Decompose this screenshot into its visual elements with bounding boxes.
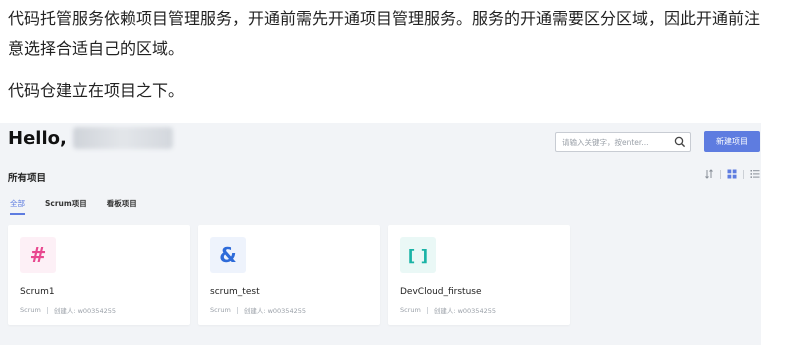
tab-scrum[interactable]: Scrum项目 bbox=[45, 198, 87, 215]
meta-divider bbox=[46, 306, 48, 314]
project-meta: Scrum 创建人: w00354255 bbox=[210, 305, 306, 315]
project-creator: 创建人: w00354255 bbox=[243, 307, 306, 315]
blurred-username bbox=[72, 127, 173, 149]
hash-icon: # bbox=[20, 237, 56, 273]
project-type: Scrum bbox=[400, 306, 421, 314]
tab-all[interactable]: 全部 bbox=[10, 198, 25, 215]
project-meta: Scrum 创建人: w00354255 bbox=[20, 305, 116, 315]
tab-kanban[interactable]: 看板项目 bbox=[107, 198, 137, 215]
project-card[interactable]: [ ] DevCloud_firstuse Scrum 创建人: w003542… bbox=[388, 225, 570, 325]
meta-divider bbox=[426, 306, 428, 314]
grid-view-icon[interactable] bbox=[726, 168, 738, 180]
greeting: Hello, bbox=[8, 127, 173, 149]
bracket-icon: [ ] bbox=[400, 237, 436, 273]
project-card[interactable]: & scrum_test Scrum 创建人: w00354255 bbox=[198, 225, 380, 325]
search-icon[interactable] bbox=[674, 136, 686, 148]
new-project-button[interactable]: 新建项目 bbox=[704, 131, 760, 152]
project-name[interactable]: Scrum1 bbox=[20, 287, 55, 297]
project-name[interactable]: scrum_test bbox=[210, 287, 260, 297]
project-creator: 创建人: w00354255 bbox=[433, 307, 496, 315]
project-dashboard: Hello, 新建项目 所有项目 bbox=[0, 123, 761, 345]
search-input[interactable] bbox=[556, 133, 668, 151]
meta-divider bbox=[236, 306, 238, 314]
project-type: Scrum bbox=[20, 306, 41, 314]
project-creator: 创建人: w00354255 bbox=[53, 307, 116, 315]
project-type: Scrum bbox=[210, 306, 231, 314]
project-meta: Scrum 创建人: w00354255 bbox=[400, 305, 496, 315]
ampersand-icon: & bbox=[210, 237, 246, 273]
project-tabs: 全部 Scrum项目 看板项目 bbox=[10, 198, 157, 215]
sort-icon[interactable] bbox=[703, 168, 715, 180]
all-projects-title: 所有项目 bbox=[8, 173, 47, 184]
project-card[interactable]: # Scrum1 Scrum 创建人: w00354255 bbox=[8, 225, 190, 325]
tool-divider bbox=[743, 169, 744, 179]
list-view-icon[interactable] bbox=[749, 168, 761, 180]
tool-divider bbox=[720, 169, 721, 179]
view-tools bbox=[703, 168, 761, 180]
intro-paragraph: 代码托管服务依赖项目管理服务，开通前需先开通项目管理服务。服务的开通需要区分区域… bbox=[8, 9, 761, 58]
greeting-text: Hello, bbox=[8, 127, 67, 149]
repo-note-paragraph: 代码仓建立在项目之下。 bbox=[8, 81, 185, 100]
project-name[interactable]: DevCloud_firstuse bbox=[400, 287, 482, 297]
project-card-list: # Scrum1 Scrum 创建人: w00354255 & scrum_te… bbox=[8, 225, 578, 325]
search-box[interactable] bbox=[555, 132, 691, 152]
